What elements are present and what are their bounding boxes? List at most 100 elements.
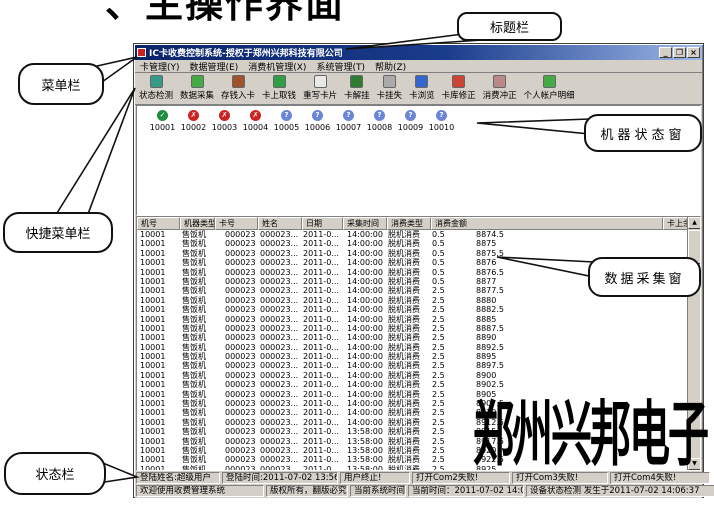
minimize-button[interactable]: _ — [659, 47, 672, 58]
cell-consume-type: 脱机消费 — [385, 230, 429, 239]
menu-item[interactable]: 卡管理(Y) — [140, 60, 180, 73]
cell-machine-type: 售饭机 — [179, 333, 222, 342]
table-header-cell[interactable]: 消费类型 — [387, 217, 431, 230]
cell-name: 000023... — [257, 427, 300, 436]
machine-status-item[interactable]: ? 10010 — [426, 110, 457, 132]
cell-card-no: 000023 — [222, 230, 257, 239]
cell-amount: 2.5 — [429, 418, 473, 427]
machine-status-item[interactable]: ? 10006 — [302, 110, 333, 132]
toolbar-button[interactable]: 存钱入卡 — [219, 74, 257, 104]
toolbar-button[interactable]: 数据采集 — [178, 74, 216, 104]
cell-collect-time: 14:00:00 — [344, 343, 385, 352]
toolbar-button[interactable]: 状态检测 — [137, 74, 175, 104]
cell-name: 000023... — [257, 361, 300, 370]
cell-consume-type: 脱机消费 — [385, 333, 429, 342]
cell-amount: 2.5 — [429, 333, 473, 342]
cell-machine-type: 售饭机 — [179, 324, 222, 333]
table-header-cell[interactable]: 日期 — [302, 217, 343, 230]
toolbar-button-label: 消费冲正 — [483, 89, 517, 101]
toolbar-button[interactable]: 卡浏览 — [407, 74, 437, 104]
status-detect-icon — [150, 75, 163, 88]
machine-status-item[interactable]: ? 10007 — [333, 110, 364, 132]
close-button[interactable]: × — [687, 47, 700, 58]
cell-consume-type: 脱机消费 — [385, 352, 429, 361]
table-row[interactable]: 10001 售饭机 000023 000023... 2011-0... 14:… — [137, 230, 700, 239]
status-panel: 当前时间：2011-07-02 14:07:22 — [408, 485, 524, 497]
cell-consume-type: 脱机消费 — [385, 427, 429, 436]
toolbar-button[interactable]: 卡库修正 — [440, 74, 478, 104]
machine-status-item[interactable]: ? 10009 — [395, 110, 426, 132]
cell-consume-type: 脱机消费 — [385, 239, 429, 248]
machine-id: 10002 — [181, 123, 206, 132]
status-panel: 登陆时间:2011-07-02 13:56:59 — [222, 472, 338, 484]
table-header-cell[interactable]: 机号 — [137, 217, 180, 230]
table-row[interactable]: 10001 售饭机 000023 000023... 2011-0... 14:… — [137, 239, 700, 248]
cell-date: 2011-0... — [300, 286, 344, 295]
toolbar-button[interactable]: 卡上取钱 — [260, 74, 298, 104]
toolbar-button-label: 卡上取钱 — [262, 89, 296, 101]
menu-item[interactable]: 帮助(Z) — [375, 60, 406, 73]
toolbar-button[interactable]: 卡解挂 — [342, 74, 372, 104]
machine-status-item[interactable]: ✓ 10001 — [147, 110, 178, 132]
window-titlebar[interactable]: IC卡收费控制系统-授权于郑州兴邦科技有限公司 _ ❐ × — [135, 45, 702, 60]
table-row[interactable]: 10001 售饭机 000023 000023... 2011-0... 14:… — [137, 343, 700, 352]
menu-item[interactable]: 数据管理(E) — [190, 60, 239, 73]
cell-card-no: 000023 — [222, 333, 257, 342]
table-row[interactable]: 10001 售饭机 000023 000023... 2011-0... 14:… — [137, 324, 700, 333]
cell-amount: 2.5 — [429, 446, 473, 455]
cell-machine-type: 售饭机 — [179, 418, 222, 427]
table-header-cell[interactable]: 采集时间 — [343, 217, 387, 230]
cell-card-no: 000023 — [222, 258, 257, 267]
menu-item[interactable]: 系统管理(T) — [316, 60, 365, 73]
cell-amount: 2.5 — [429, 286, 473, 295]
table-header-cell[interactable]: 姓名 — [258, 217, 302, 230]
scroll-up-icon[interactable]: ▲ — [688, 217, 701, 229]
toolbar-button[interactable]: 重写卡片 — [301, 74, 339, 104]
cell-card-no: 000023 — [222, 249, 257, 258]
cell-machine-no: 10001 — [137, 296, 179, 305]
cell-date: 2011-0... — [300, 324, 344, 333]
menu-item[interactable]: 消费机管理(X) — [248, 60, 306, 73]
machine-status-item[interactable]: ? 10005 — [271, 110, 302, 132]
table-row[interactable]: 10001 售饭机 000023 000023... 2011-0... 14:… — [137, 305, 700, 314]
table-row[interactable]: 10001 售饭机 000023 000023... 2011-0... 14:… — [137, 380, 700, 389]
question-icon: ? — [405, 110, 416, 121]
cell-card-no: 000023 — [222, 427, 257, 436]
cell-consume-type: 脱机消费 — [385, 343, 429, 352]
cell-consume-type: 脱机消费 — [385, 324, 429, 333]
status-panel: 设备状态检测 发生于2011-07-02 14:06:37 — [526, 485, 714, 497]
cell-machine-no: 10001 — [137, 371, 179, 380]
cell-amount: 2.5 — [429, 437, 473, 446]
cell-card-no: 000023 — [222, 371, 257, 380]
cell-card-no: 000023 — [222, 418, 257, 427]
toolbar-button[interactable]: 消费冲正 — [481, 74, 519, 104]
maximize-button[interactable]: ❐ — [673, 47, 686, 58]
status-panel: 登陆姓名:超级用户 — [136, 472, 220, 484]
cell-amount: 2.5 — [429, 390, 473, 399]
cell-machine-no: 10001 — [137, 286, 179, 295]
cell-collect-time: 13:58:00 — [344, 446, 385, 455]
table-row[interactable]: 10001 售饭机 000023 000023... 2011-0... 14:… — [137, 333, 700, 342]
table-row[interactable]: 10001 售饭机 000023 000023... 2011-0... 14:… — [137, 371, 700, 380]
table-row[interactable]: 10001 售饭机 000023 000023... 2011-0... 14:… — [137, 352, 700, 361]
machine-status-item[interactable]: ? 10008 — [364, 110, 395, 132]
toolbar-button[interactable]: 卡挂失 — [375, 74, 405, 104]
cell-date: 2011-0... — [300, 258, 344, 267]
cell-balance: 8892.5 — [473, 343, 700, 352]
cell-machine-type: 售饭机 — [179, 230, 222, 239]
machine-status-item[interactable]: ✗ 10002 — [178, 110, 209, 132]
cell-name: 000023... — [257, 418, 300, 427]
machine-status-item[interactable]: ✗ 10003 — [209, 110, 240, 132]
cell-name: 000023... — [257, 286, 300, 295]
table-header-cell[interactable]: 卡号 — [215, 217, 258, 230]
table-row[interactable]: 10001 售饭机 000023 000023... 2011-0... 14:… — [137, 361, 700, 370]
table-header-cell[interactable]: 机器类型 — [180, 217, 215, 230]
cell-machine-no: 10001 — [137, 361, 179, 370]
cell-machine-type: 售饭机 — [179, 427, 222, 436]
table-row[interactable]: 10001 售饭机 000023 000023... 2011-0... 14:… — [137, 315, 700, 324]
table-row[interactable]: 10001 售饭机 000023 000023... 2011-0... 14:… — [137, 296, 700, 305]
cell-collect-time: 14:00:00 — [344, 286, 385, 295]
machine-status-item[interactable]: ✗ 10004 — [240, 110, 271, 132]
toolbar-button[interactable]: 个人帐户明细 — [522, 74, 577, 104]
table-header-cell[interactable]: 消费金额 — [431, 217, 663, 230]
